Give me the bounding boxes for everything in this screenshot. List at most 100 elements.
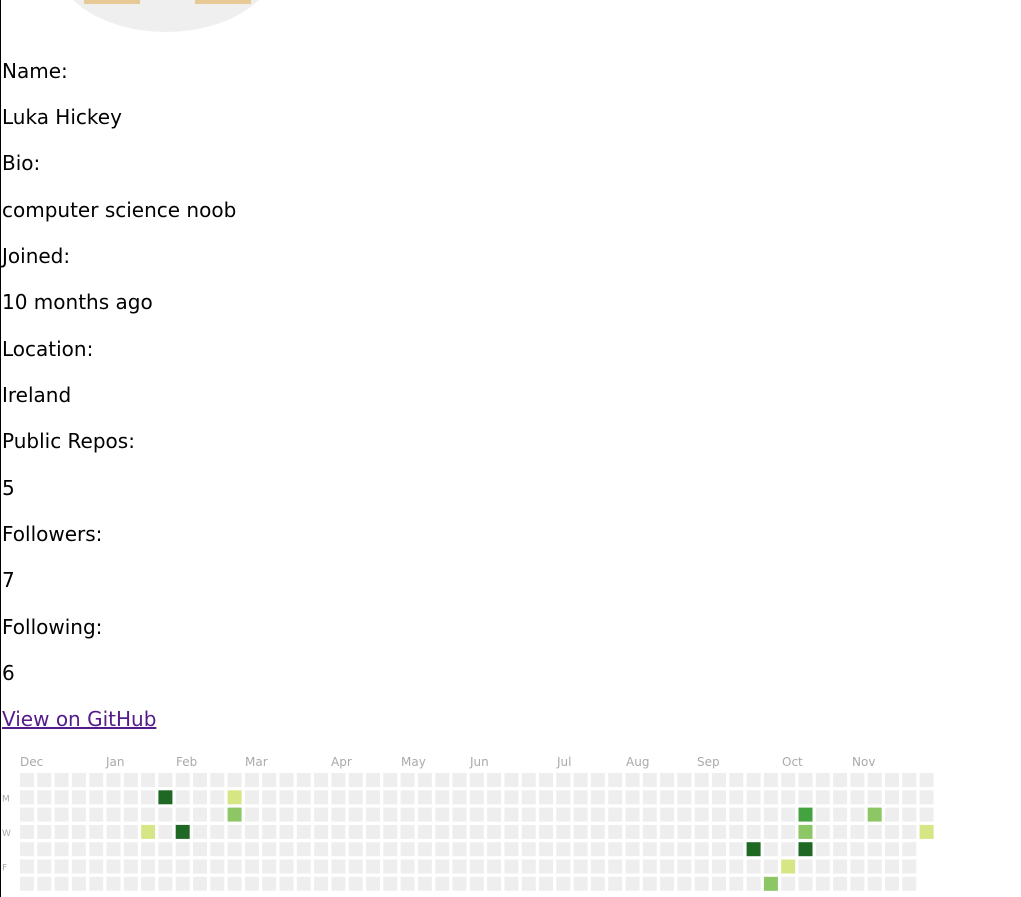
contribution-day-cell	[279, 790, 294, 805]
contribution-day-cell	[712, 842, 726, 857]
contribution-day-cell	[660, 824, 675, 839]
contribution-day-cell	[815, 859, 830, 874]
contribution-day-cell	[504, 807, 519, 822]
contribution-day-cell	[314, 859, 329, 874]
contribution-day-cell	[227, 790, 242, 805]
contribution-day-cell	[694, 790, 709, 805]
contribution-day-cell	[452, 876, 467, 891]
contribution-day-cell	[521, 876, 536, 891]
contribution-day-cell	[504, 842, 519, 857]
contribution-day-cell	[71, 859, 86, 874]
contribution-day-cell	[729, 773, 744, 787]
contribution-day-cell	[106, 773, 121, 787]
contribution-day-cell	[141, 876, 156, 891]
contribution-day-cell	[487, 824, 502, 839]
contribution-day-cell	[227, 824, 242, 839]
contribution-day-cell	[694, 773, 709, 787]
contribution-day-cell	[175, 773, 190, 787]
contribution-day-cell	[244, 859, 259, 874]
contribution-day-cell	[677, 807, 692, 822]
contribution-day-cell	[556, 773, 571, 787]
contribution-day-cell	[902, 790, 917, 805]
contribution-day-cell	[400, 807, 415, 822]
contribution-day-cell	[141, 859, 156, 874]
contribution-day-cell	[89, 876, 104, 891]
contribution-day-cell	[296, 773, 311, 787]
contribution-day-cell	[850, 859, 865, 874]
contribution-day-cell	[833, 807, 848, 822]
contribution-day-cell	[435, 824, 450, 839]
contribution-day-cell	[746, 824, 761, 839]
contribution-day-cell	[867, 790, 882, 805]
contribution-day-cell	[435, 773, 450, 787]
contribution-day-cell	[746, 773, 761, 787]
contribution-day-cell	[729, 807, 744, 822]
contribution-day-cell	[20, 790, 34, 805]
contribution-day-cell	[123, 859, 138, 874]
contribution-day-cell	[590, 842, 605, 857]
contribution-day-cell	[815, 876, 830, 891]
view-on-github-link[interactable]: View on GitHub	[2, 707, 156, 731]
contribution-day-cell	[89, 824, 104, 839]
contribution-day-cell	[452, 824, 467, 839]
joined-label: Joined:	[2, 244, 71, 268]
contribution-day-cell	[556, 790, 571, 805]
contribution-day-cell	[729, 824, 744, 839]
contribution-day-cell	[331, 824, 346, 839]
contribution-day-cell	[37, 790, 52, 805]
contribution-day-cell	[227, 876, 242, 891]
contribution-day-cell	[71, 876, 86, 891]
contribution-day-cell	[590, 807, 605, 822]
contribution-day-cell	[867, 773, 882, 787]
contribution-day-cell	[763, 876, 778, 891]
contribution-day-cell	[435, 876, 450, 891]
contribution-day-cell	[89, 842, 104, 857]
contribution-day-cell	[141, 824, 156, 839]
contribution-day-cell	[37, 807, 52, 822]
contribution-day-cell	[729, 876, 744, 891]
contribution-day-cell	[712, 807, 726, 822]
contribution-day-cell	[885, 842, 899, 857]
contribution-day-cell	[763, 824, 778, 839]
contribution-day-cell	[850, 773, 865, 787]
contribution-day-cell	[677, 876, 692, 891]
contribution-day-cell	[660, 807, 675, 822]
contribution-day-cell	[539, 807, 553, 822]
contribution-day-cell	[20, 876, 34, 891]
contribution-day-cell	[141, 807, 156, 822]
contribution-day-cell	[573, 824, 588, 839]
contribution-day-cell	[400, 859, 415, 874]
contribution-day-cell	[590, 824, 605, 839]
location-value: Ireland	[2, 383, 72, 407]
contribution-day-cell	[244, 876, 259, 891]
month-label: Sep	[697, 755, 720, 769]
contribution-day-cell	[833, 876, 848, 891]
contribution-day-cell	[175, 790, 190, 805]
contribution-day-cell	[106, 859, 121, 874]
contribution-day-cell	[902, 859, 917, 874]
contribution-day-cell	[400, 824, 415, 839]
contribution-day-cell	[798, 807, 813, 822]
contribution-day-cell	[37, 824, 52, 839]
contribution-day-cell	[642, 859, 657, 874]
contribution-day-cell	[452, 842, 467, 857]
contribution-day-cell	[815, 790, 830, 805]
contribution-day-cell	[158, 824, 173, 839]
contribution-day-cell	[625, 842, 640, 857]
bio-label: Bio:	[2, 151, 41, 175]
contribution-day-cell	[590, 773, 605, 787]
contribution-day-cell	[158, 859, 173, 874]
contribution-day-cell	[54, 842, 69, 857]
contribution-day-cell	[642, 842, 657, 857]
contribution-day-cell	[487, 790, 502, 805]
contribution-day-cell	[366, 807, 380, 822]
contribution-day-cell	[763, 773, 778, 787]
contribution-day-cell	[833, 773, 848, 787]
contribution-day-cell	[314, 790, 329, 805]
contribution-day-cell	[366, 842, 380, 857]
contribution-day-cell	[296, 790, 311, 805]
contribution-day-cell	[158, 773, 173, 787]
contribution-day-cell	[314, 824, 329, 839]
contribution-day-cell	[331, 842, 346, 857]
contribution-day-cell	[123, 773, 138, 787]
